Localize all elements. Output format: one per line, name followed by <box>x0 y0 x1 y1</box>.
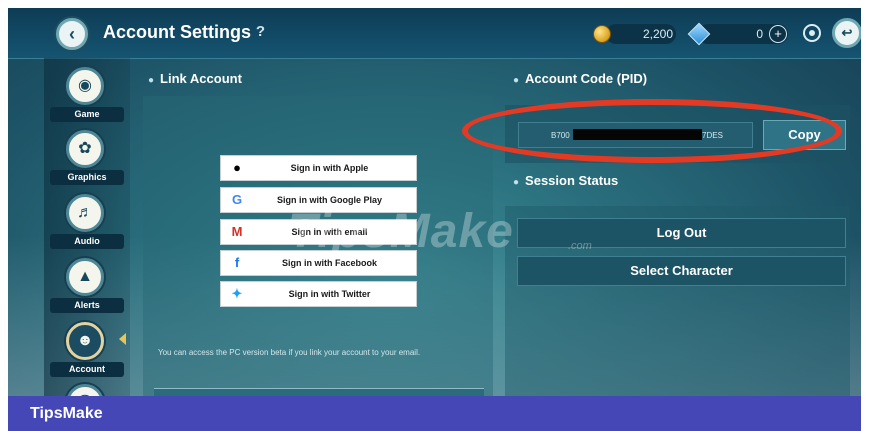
sidebar-item-label: Game <box>50 107 124 122</box>
coin-icon <box>593 25 611 43</box>
back-arrow-icon: ‹ <box>69 24 75 44</box>
highlight-ellipse <box>462 99 842 163</box>
target-icon[interactable] <box>803 24 821 42</box>
link-panel-bottom-button[interactable] <box>154 388 484 396</box>
watermark: TipsMake <box>288 205 514 258</box>
pc-beta-note: You can access the PC version beta if yo… <box>158 348 421 357</box>
coin-count: 2,200 <box>642 27 673 41</box>
link-account-header: ● Link Account <box>148 71 242 86</box>
palette-icon: ✿ <box>66 130 104 168</box>
sidebar-item-game[interactable]: ◉ Game <box>44 63 130 123</box>
bell-icon: ▲ <box>66 258 104 296</box>
sidebar-item-alerts[interactable]: ▲ Alerts <box>44 254 130 314</box>
sidebar-item-more[interactable]: ◯ <box>44 380 130 396</box>
footer-brand: TipsMake <box>30 405 103 422</box>
page-title: Account Settings <box>103 22 252 42</box>
sign-in-twitter-button[interactable]: ✦ Sign in with Twitter <box>220 281 417 307</box>
footer-bar: TipsMake <box>8 396 861 431</box>
facebook-icon: f <box>234 255 240 270</box>
sidebar-item-graphics[interactable]: ✿ Graphics <box>44 126 130 186</box>
google-icon: G <box>231 192 243 207</box>
more-icon: ◯ <box>66 384 104 396</box>
gmail-icon: M <box>231 224 243 239</box>
gamepad-icon: ◉ <box>66 67 104 105</box>
sign-in-label: Sign in with Facebook <box>281 258 377 268</box>
sidebar-item-label: Account <box>50 362 124 377</box>
twitter-icon: ✦ <box>231 286 243 301</box>
gem-count: 0 <box>756 27 763 41</box>
sign-in-apple-button[interactable]: ● Sign in with Apple <box>220 155 417 181</box>
sidebar-item-account[interactable]: ☻ Account <box>44 318 130 378</box>
sidebar-item-label: Graphics <box>50 170 124 185</box>
active-tab-marker <box>119 333 126 345</box>
sidebar-item-audio[interactable]: ♬ Audio <box>44 190 130 250</box>
log-out-button[interactable]: Log Out <box>517 218 846 248</box>
sidebar-item-label: Audio <box>50 234 124 249</box>
sign-in-label: Sign in with Apple <box>290 163 369 173</box>
account-code-header: ● Account Code (PID) <box>513 71 648 86</box>
user-icon: ☻ <box>66 322 104 360</box>
add-gems-button[interactable]: + <box>769 25 787 43</box>
select-character-button[interactable]: Select Character <box>517 256 846 286</box>
exit-icon: ↩ <box>841 25 853 40</box>
exit-button[interactable]: ↩ <box>832 18 861 48</box>
apple-icon: ● <box>233 160 241 175</box>
top-bar: ‹ Account Settings ? 2,200 0 + ↩ <box>8 8 861 59</box>
watermark-domain: .com <box>568 240 592 252</box>
help-icon[interactable]: ? <box>252 23 269 40</box>
game-screen: ‹ Account Settings ? 2,200 0 + ↩ ◉ Game … <box>8 8 861 396</box>
sign-in-label: Sign in with Twitter <box>288 289 371 299</box>
session-status-header: ● Session Status <box>513 173 619 188</box>
sidebar-item-label: Alerts <box>50 298 124 313</box>
speaker-icon: ♬ <box>66 194 104 232</box>
back-button[interactable]: ‹ <box>56 18 88 50</box>
settings-sidebar: ◉ Game ✿ Graphics ♬ Audio ▲ Alerts ☻ Acc… <box>44 58 130 396</box>
